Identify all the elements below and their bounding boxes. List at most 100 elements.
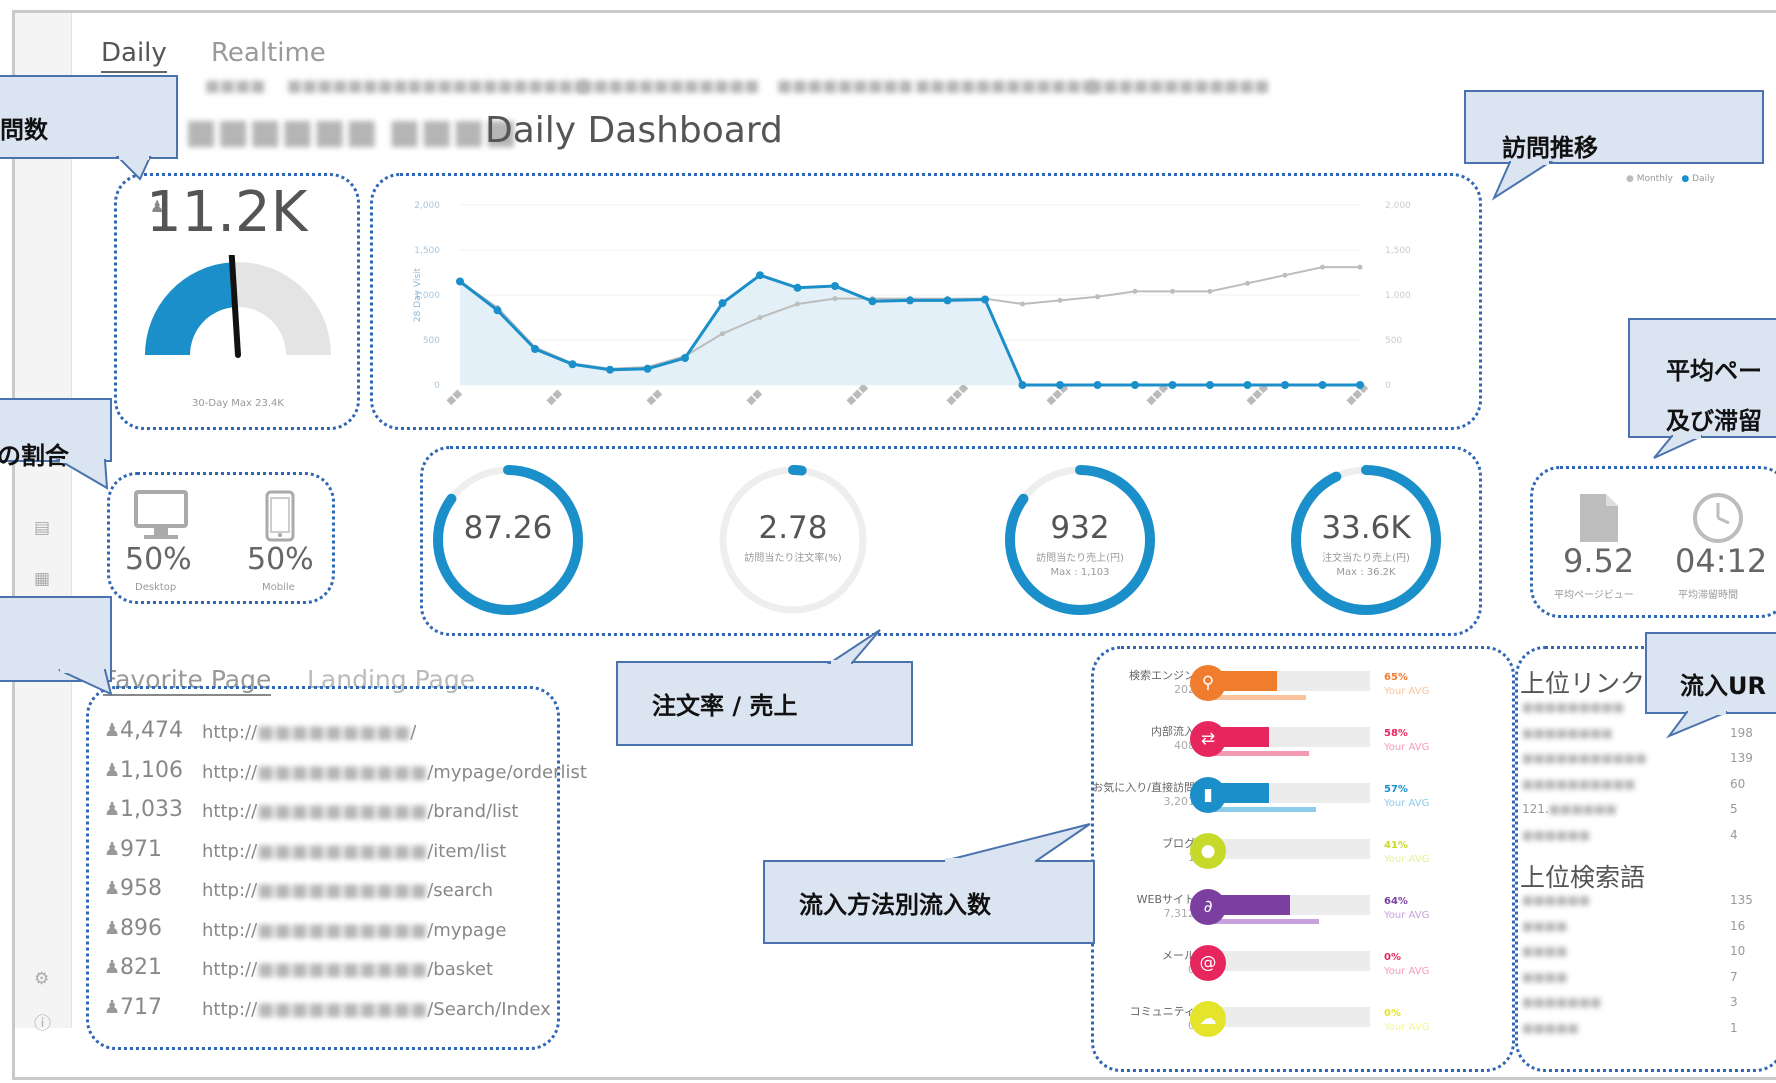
gauge-fill	[145, 262, 235, 355]
channel-name: コミュニティ	[1129, 1005, 1195, 1018]
ranking-name: ■■■■■■■	[1522, 995, 1602, 1009]
callout-tail	[115, 156, 152, 181]
ranking-name: ■■■■■■■■■	[1522, 700, 1625, 714]
ranking-name: ■■■■■■	[1548, 802, 1617, 816]
daily-point	[718, 299, 727, 308]
desktop-icon	[134, 490, 188, 539]
ranking-row[interactable]: ■■■■■■■ 3	[1522, 995, 1762, 1015]
ranking-row[interactable]: ■■■■ 16	[1522, 919, 1762, 939]
page-row[interactable]: ♟ 958 http://■■■■■■■■■■/search	[104, 876, 554, 906]
channel-percent: 58%	[1384, 728, 1408, 739]
daily-point	[606, 365, 614, 374]
user-icon: ♟	[104, 878, 121, 899]
ranking-name: ■■■■■■	[1522, 893, 1591, 907]
ranking-row[interactable]: ■■■■■ 1	[1522, 1021, 1762, 1041]
page-url[interactable]: http://■■■■■■■■■■/search	[202, 880, 493, 901]
monthly-point	[1132, 288, 1138, 294]
top-links-title: 上位リンク	[1520, 669, 1646, 698]
channel-row[interactable]: メール0@0% Your AVG	[1075, 945, 1495, 995]
ranking-row[interactable]: ■■■■ 7	[1522, 970, 1762, 990]
channel-row[interactable]: 検索エンジン 202 ⚲ 65% Your AVG	[1075, 665, 1495, 715]
subtab[interactable]: ■■■■■■■■	[287, 76, 408, 95]
daily-point	[568, 360, 577, 369]
callout-trend: 訪問推移	[1464, 90, 1764, 164]
channel-row[interactable]: お気に入り/直接訪問 3,201 ▮ 57% Your AVG	[1075, 777, 1495, 827]
ranking-name-prefix: 121.	[1522, 802, 1549, 816]
page-row[interactable]: ♟ 717 http://■■■■■■■■■■/Search/Index	[104, 995, 554, 1025]
ranking-row[interactable]: ■■■■■■■■■■■ 139	[1522, 751, 1762, 771]
ranking-row[interactable]: ■■■■ 10	[1522, 944, 1762, 964]
callout-visits: 問数	[0, 75, 178, 159]
page-url[interactable]: http://■■■■■■■■■■/basket	[202, 959, 493, 980]
monthly-point	[1057, 297, 1063, 303]
user-icon: ♟	[104, 917, 121, 939]
channel-row[interactable]: ブログ1●41%Your AVG	[1075, 833, 1495, 883]
subtab[interactable]: ■■■■■■■■■■■■	[407, 76, 588, 95]
page-row[interactable]: ♟ 1,033 http://■■■■■■■■■■/brand/list	[104, 797, 554, 827]
y-tick-label: 500	[423, 336, 440, 346]
subtab[interactable]: ■■■■■■■■■■■■	[1088, 76, 1269, 95]
page-count: 971	[120, 836, 162, 862]
y-tick-label: 1,500	[414, 246, 440, 256]
x-tick-label: ■■■	[845, 382, 870, 407]
user-icon: ♟	[104, 720, 121, 741]
channel-bar-track	[1210, 839, 1370, 859]
visits-gauge	[145, 255, 331, 358]
channel-row[interactable]: WEBサイト 7,312 ∂ 64% Your AVG	[1075, 889, 1495, 939]
top-keywords-title: 上位検索語	[1520, 863, 1646, 892]
callout-tail	[1491, 161, 1554, 201]
folder-icon[interactable]: ▦	[34, 569, 50, 589]
page-url[interactable]: http://■■■■■■■■■■/Search/Index	[202, 999, 551, 1020]
channel-avg-label: Your AVG	[1384, 910, 1430, 921]
gear-icon[interactable]: ⚙	[34, 969, 49, 989]
kpi-max: Max : 1,103	[1050, 567, 1110, 578]
monthly-point	[1207, 288, 1213, 294]
channel-name: お気に入り/直接訪問	[1092, 781, 1195, 794]
channel-avg-bar	[1210, 751, 1309, 756]
page-row[interactable]: ♟ 971 http://■■■■■■■■■■/item/list	[104, 837, 554, 867]
page-count: 4,474	[120, 718, 183, 743]
daily-point	[1056, 381, 1064, 389]
monthly-point	[1170, 288, 1175, 294]
ranking-value: 139	[1730, 751, 1753, 765]
ranking-name: ■■■■	[1522, 969, 1568, 984]
channel-avg-bar	[1210, 919, 1319, 924]
ranking-name: ■■■■■	[1522, 1020, 1579, 1035]
daily-point	[1131, 381, 1139, 389]
page-count: 1,106	[120, 757, 183, 783]
page-url[interactable]: http://■■■■■■■■■■/brand/list	[202, 801, 519, 822]
subtab[interactable]: ■■■■	[205, 76, 265, 95]
page-url[interactable]: http://■■■■■■■■■■/mypage	[202, 920, 506, 941]
daily-point	[1318, 381, 1327, 389]
subtab[interactable]: ■■■■■■■■■■■■	[915, 76, 1096, 95]
user-icon: ♟	[104, 996, 121, 1018]
subtab[interactable]: ■■■■■■■■■	[777, 76, 913, 95]
page-url[interactable]: http://■■■■■■■■■■/mypage/orderlist	[202, 762, 587, 783]
channel-avg-label: Your AVG	[1384, 742, 1430, 753]
monthly-point	[1282, 272, 1288, 278]
tab-realtime[interactable]: Realtime	[211, 38, 326, 68]
info-icon[interactable]: ⓘ	[34, 1009, 51, 1034]
ranking-row[interactable]: 121.■■■■■■ 5	[1522, 802, 1762, 822]
user-icon: ♟	[104, 799, 121, 820]
list-icon[interactable]: ▤	[34, 518, 50, 538]
subtab[interactable]: ■■■■■■■■■■■■	[578, 76, 759, 95]
page-row[interactable]: ♟ 4,474 http://■■■■■■■■■/	[104, 718, 554, 748]
callout-tail	[58, 669, 113, 696]
channel-row[interactable]: コミュニティ0☁ 0% Your AVG	[1075, 1001, 1495, 1051]
page-row[interactable]: ♟ 1,106 http://■■■■■■■■■■/mypage/orderlist	[104, 757, 587, 788]
page-url[interactable]: http://■■■■■■■■■■/item/list	[202, 841, 506, 862]
mobile-icon	[265, 490, 295, 542]
ranking-row[interactable]: ■■■■■■ 135	[1522, 893, 1762, 913]
page-url[interactable]: http://■■■■■■■■■/	[202, 722, 416, 743]
ranking-row[interactable]: ■■■■■■ 4	[1522, 828, 1762, 848]
tab-daily[interactable]: Daily	[101, 38, 167, 73]
y-right-tick-label: 2,000	[1385, 201, 1411, 211]
daily-point	[456, 277, 464, 286]
page-row[interactable]: ♟ 896 http://■■■■■■■■■■/mypage	[104, 916, 554, 946]
ranking-row[interactable]: ■■■■■■■■■■ 60	[1522, 777, 1762, 797]
desktop-percent: 50%	[125, 542, 192, 577]
page-row[interactable]: ♟ 821 http://■■■■■■■■■■/basket	[104, 955, 554, 985]
channel-row[interactable]: 内部流入 408 ⇄ 58% Your AVG	[1075, 721, 1495, 771]
channel-bar-track	[1210, 951, 1370, 971]
